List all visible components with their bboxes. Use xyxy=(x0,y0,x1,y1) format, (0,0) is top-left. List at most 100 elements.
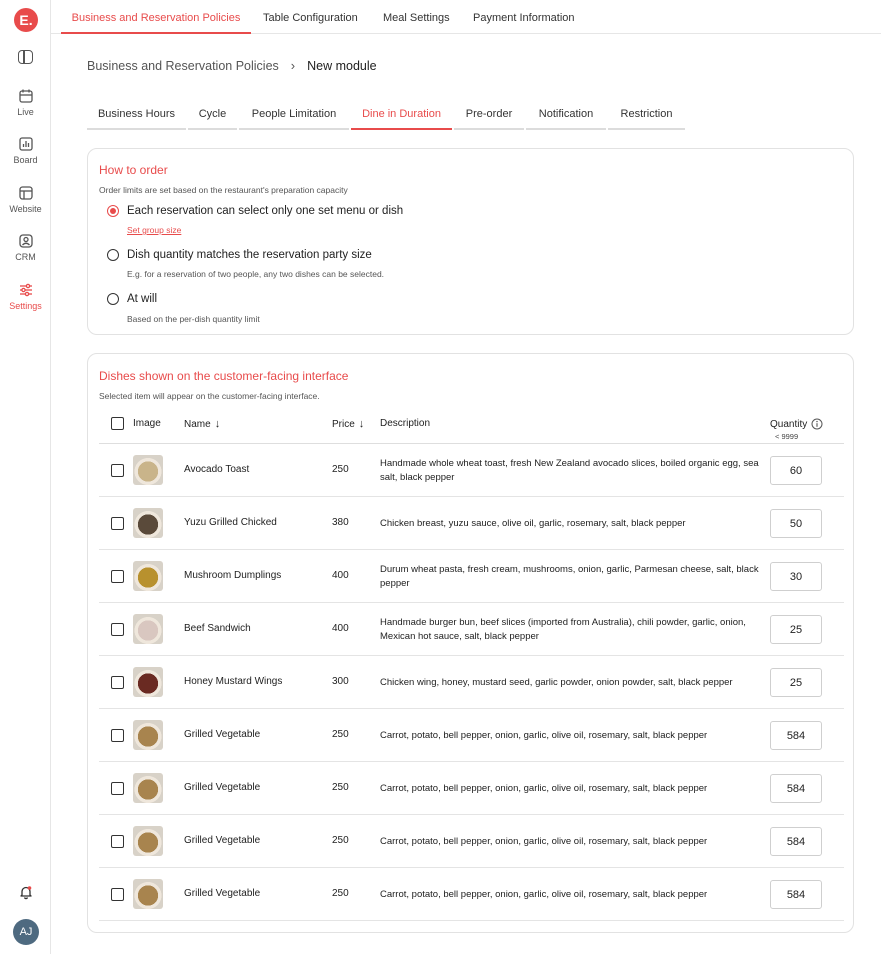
tab-people-limitation[interactable]: People Limitation xyxy=(239,100,349,130)
option-hint: E.g. for a reservation of two people, an… xyxy=(127,269,385,279)
tab-restriction[interactable]: Restriction xyxy=(608,100,685,130)
sliders-icon xyxy=(19,283,32,297)
order-option-one-per-reservation[interactable]: Each reservation can select only one set… xyxy=(107,205,403,217)
tab-meal-settings[interactable]: Meal Settings xyxy=(383,0,450,34)
quantity-input[interactable]: 584 xyxy=(770,774,822,803)
quantity-input[interactable]: 30 xyxy=(770,562,822,591)
quantity-input[interactable]: 25 xyxy=(770,615,822,644)
dish-image xyxy=(133,826,163,856)
row-checkbox[interactable] xyxy=(111,729,124,742)
table-row[interactable]: Honey Mustard Wings 300 Chicken wing, ho… xyxy=(99,656,844,709)
option-hint: Based on the per-dish quantity limit xyxy=(127,314,260,324)
dish-name: Yuzu Grilled Chicked xyxy=(184,517,277,528)
sidebar-item-website[interactable]: Website xyxy=(0,185,51,214)
sidebar-item-board[interactable]: Board xyxy=(0,136,51,165)
row-checkbox[interactable] xyxy=(111,464,124,477)
table-row[interactable]: Grilled Vegetable 250 Carrot, potato, be… xyxy=(99,815,844,868)
tab-payment-information[interactable]: Payment Information xyxy=(473,0,575,34)
radio-unselected[interactable] xyxy=(107,249,119,261)
tab-pre-order[interactable]: Pre-order xyxy=(454,100,524,130)
quantity-input[interactable]: 25 xyxy=(770,668,822,697)
order-option-party-size[interactable]: Dish quantity matches the reservation pa… xyxy=(107,249,372,261)
column-header-label: Name xyxy=(184,418,211,430)
top-tab-bar: Business and Reservation Policies Table … xyxy=(51,0,881,34)
dish-name: Honey Mustard Wings xyxy=(184,676,283,687)
row-checkbox[interactable] xyxy=(111,888,124,901)
quantity-input[interactable]: 584 xyxy=(770,827,822,856)
quantity-input[interactable]: 584 xyxy=(770,880,822,909)
contact-icon xyxy=(18,234,33,248)
quantity-input[interactable]: 60 xyxy=(770,456,822,485)
sidebar: E. Live Board Website CRM Settings AJ xyxy=(0,0,51,954)
dish-name: Grilled Vegetable xyxy=(184,782,261,793)
sidebar-item-settings[interactable]: Settings xyxy=(0,282,51,311)
sidebar-item-crm[interactable]: CRM xyxy=(0,233,51,262)
sidebar-item-label: Board xyxy=(13,155,38,165)
radio-selected[interactable] xyxy=(107,205,119,217)
tab-business-hours[interactable]: Business Hours xyxy=(87,100,186,130)
option-label: Dish quantity matches the reservation pa… xyxy=(127,249,372,261)
tab-dine-in-duration[interactable]: Dine in Duration xyxy=(351,100,452,130)
sidebar-item-label: Live xyxy=(17,107,34,117)
table-row[interactable]: Grilled Vegetable 250 Carrot, potato, be… xyxy=(99,762,844,815)
dish-description: Handmade burger bun, beef slices (import… xyxy=(380,617,746,642)
dish-image xyxy=(133,455,163,485)
dish-price: 250 xyxy=(332,835,349,846)
table-row[interactable]: Grilled Vegetable 250 Carrot, potato, be… xyxy=(99,868,844,921)
browser-icon xyxy=(18,186,33,200)
set-group-size-link[interactable]: Set group size xyxy=(127,225,181,235)
table-row[interactable]: Avocado Toast 250 Handmade whole wheat t… xyxy=(99,444,844,497)
quantity-input[interactable]: 584 xyxy=(770,721,822,750)
dish-image xyxy=(133,773,163,803)
table-row[interactable]: Beef Sandwich 400 Handmade burger bun, b… xyxy=(99,603,844,656)
section-subtitle: Order limits are set based on the restau… xyxy=(99,185,348,195)
dish-price: 250 xyxy=(332,464,349,475)
tab-notification[interactable]: Notification xyxy=(526,100,606,130)
dish-image xyxy=(133,667,163,697)
table-row[interactable]: Grilled Vegetable 250 Carrot, potato, be… xyxy=(99,709,844,762)
tab-cycle[interactable]: Cycle xyxy=(188,100,237,130)
dish-description: Carrot, potato, bell pepper, onion, garl… xyxy=(380,783,708,794)
sidebar-toggle-icon[interactable] xyxy=(18,50,33,64)
calendar-icon xyxy=(18,89,33,103)
dish-price: 250 xyxy=(332,729,349,740)
section-title: How to order xyxy=(99,163,168,177)
app-logo[interactable]: E. xyxy=(14,8,38,32)
dish-description: Carrot, potato, bell pepper, onion, garl… xyxy=(380,889,708,900)
arrow-down-icon: ↓ xyxy=(358,418,365,430)
how-to-order-card: How to order Order limits are set based … xyxy=(87,148,854,335)
chevron-right-icon: › xyxy=(290,58,296,73)
table-row[interactable]: Mushroom Dumplings 400 Durum wheat pasta… xyxy=(99,550,844,603)
breadcrumb: Business and Reservation Policies › New … xyxy=(87,58,377,73)
breadcrumb-parent[interactable]: Business and Reservation Policies xyxy=(87,59,279,73)
row-checkbox[interactable] xyxy=(111,676,124,689)
column-header-price[interactable]: Price ↓ xyxy=(332,418,364,430)
info-icon[interactable] xyxy=(811,418,823,430)
quantity-input[interactable]: 50 xyxy=(770,509,822,538)
row-checkbox[interactable] xyxy=(111,570,124,583)
arrow-down-icon: ↓ xyxy=(214,418,221,430)
dish-description: Handmade whole wheat toast, fresh New Ze… xyxy=(380,458,759,483)
tab-business-reservation-policies[interactable]: Business and Reservation Policies xyxy=(61,0,251,34)
avatar[interactable]: AJ xyxy=(13,919,39,945)
dish-image xyxy=(133,561,163,591)
row-checkbox[interactable] xyxy=(111,782,124,795)
column-header-name[interactable]: Name ↓ xyxy=(184,418,220,430)
tab-table-configuration[interactable]: Table Configuration xyxy=(263,0,358,34)
row-checkbox[interactable] xyxy=(111,623,124,636)
sidebar-item-live[interactable]: Live xyxy=(0,88,51,117)
row-checkbox[interactable] xyxy=(111,835,124,848)
row-checkbox[interactable] xyxy=(111,517,124,530)
dish-name: Mushroom Dumplings xyxy=(184,570,282,581)
column-header-quantity: Quantity xyxy=(770,418,823,430)
column-header-image: Image xyxy=(133,418,161,429)
order-option-at-will[interactable]: At will xyxy=(107,293,157,305)
sidebar-item-label: CRM xyxy=(15,252,36,262)
dish-price: 250 xyxy=(332,782,349,793)
table-row[interactable]: Yuzu Grilled Chicked 380 Chicken breast,… xyxy=(99,497,844,550)
column-header-label: Quantity xyxy=(770,418,808,430)
select-all-checkbox[interactable] xyxy=(111,417,124,430)
bell-icon[interactable] xyxy=(18,884,34,900)
dish-description: Carrot, potato, bell pepper, onion, garl… xyxy=(380,836,708,847)
radio-unselected[interactable] xyxy=(107,293,119,305)
